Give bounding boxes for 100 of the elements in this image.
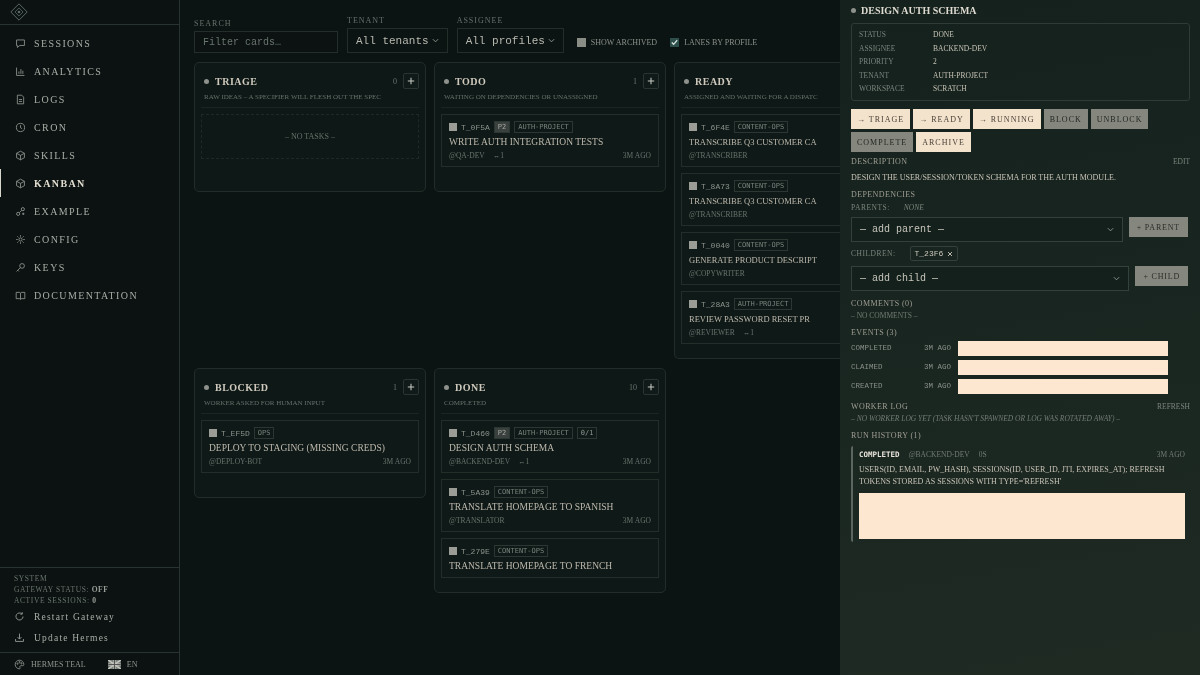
document-icon (15, 93, 26, 105)
nav-item[interactable]: KEYS (0, 253, 179, 281)
search-field[interactable]: Filter cards… (194, 31, 338, 53)
section-heading: DEPENDENCIES (851, 190, 917, 199)
parent-dropdown[interactable]: — add parent — (851, 217, 1123, 242)
filter-label: SEARCH (194, 19, 233, 28)
status-dot (204, 78, 209, 84)
section-heading: EVENTS (3) (851, 328, 898, 337)
nav-item[interactable]: CONFIG (0, 225, 179, 253)
add-child-button[interactable]: + CHILD (1135, 266, 1188, 286)
action-button[interactable]: → READY (913, 109, 970, 129)
sidebar-action[interactable]: Restart Gateway (14, 606, 165, 627)
card-title: REVIEW PASSWORD RESET PR (689, 314, 811, 324)
section-heading: RUN HISTORY (1) (851, 431, 922, 440)
checkbox[interactable] (689, 123, 697, 131)
add-card-button[interactable] (403, 379, 419, 395)
status-dot (684, 78, 689, 84)
checkbox[interactable] (449, 123, 457, 131)
nav-item[interactable]: CRON (0, 113, 179, 141)
drawer-title: DESIGN AUTH SCHEMA (861, 4, 977, 16)
sidebar-action[interactable]: Update Hermes (14, 627, 165, 648)
chat-bubble-icon (15, 37, 26, 49)
add-card-button[interactable] (643, 379, 659, 395)
nav-item[interactable]: SESSIONS (0, 29, 179, 57)
checkbox[interactable] (449, 547, 457, 555)
status-dot (851, 7, 856, 13)
child-dropdown[interactable]: — add child — (851, 266, 1130, 291)
clock-icon (15, 121, 26, 133)
add-card-button[interactable] (643, 73, 659, 89)
section-heading: COMMENTS (0) (851, 299, 914, 308)
checkbox-label: LANES BY PROFILE (684, 37, 758, 47)
task-id: T_0040 (701, 240, 730, 250)
card-title: TRANSCRIBE Q3 CUSTOMER CA (689, 196, 818, 206)
card-title: TRANSLATE HOMEPAGE TO SPANISH (449, 502, 615, 512)
checkbox[interactable] (689, 241, 697, 249)
checkbox[interactable] (449, 429, 457, 437)
theme-switcher[interactable]: HERMES TEAL (14, 658, 86, 670)
lane-count: 1 (393, 382, 397, 392)
checkbox[interactable] (449, 488, 457, 496)
card-title: DEPLOY TO STAGING (MISSING CREDS) (209, 443, 386, 453)
cube-icon (15, 149, 26, 161)
chevron-down-icon (1106, 227, 1114, 232)
cube-icon (15, 177, 26, 189)
action-button[interactable]: ARCHIVE (916, 132, 971, 152)
card-title: GENERATE PRODUCT DESCRIPT (689, 255, 818, 265)
task-id: T_6F4E (701, 122, 730, 132)
task-id: T_EF5D (221, 428, 250, 438)
nav-item[interactable]: KANBAN (0, 169, 179, 197)
close-icon[interactable] (947, 250, 954, 257)
add-parent-button[interactable]: + PARENT (1128, 217, 1188, 237)
lane-title: DONE (455, 381, 486, 393)
checkbox[interactable] (670, 37, 680, 47)
section-heading: WORKER LOG (851, 402, 909, 411)
nav-item[interactable]: DOCUMENTATION (0, 281, 179, 309)
lane-count: 10 (629, 382, 637, 392)
chevron-down-icon (431, 38, 439, 43)
plus-icon (407, 383, 415, 391)
chevron-down-icon (547, 38, 555, 43)
nodes-icon (15, 205, 26, 217)
settings-icon (15, 233, 26, 245)
flag-icon (107, 659, 121, 669)
diamond-logo-icon (10, 3, 28, 21)
nav-item[interactable]: ANALYTICS (0, 57, 179, 85)
chevron-down-icon (1113, 276, 1121, 281)
checkbox[interactable] (689, 300, 697, 308)
task-id: T_279E (461, 546, 490, 556)
language-switcher[interactable]: EN (107, 659, 138, 669)
lane-title: TODO (455, 75, 487, 87)
checkbox[interactable] (209, 429, 217, 437)
action-button[interactable]: → RUNNING (972, 109, 1041, 129)
task-id: T_28A3 (701, 299, 730, 309)
book-icon (15, 289, 26, 301)
plus-icon (647, 77, 655, 85)
lane-title: TRIAGE (215, 75, 258, 87)
checkbox[interactable] (576, 37, 586, 47)
status-dot (204, 384, 209, 390)
checkbox-label: SHOW ARCHIVED (590, 37, 658, 47)
checkbox[interactable] (689, 182, 697, 190)
key-icon (15, 261, 26, 273)
assignee-dropdown[interactable]: All profiles (456, 28, 564, 53)
task-id: T_5A39 (461, 487, 490, 497)
section-heading: DESCRIPTION (851, 157, 908, 166)
tenant-dropdown[interactable]: All tenants (347, 28, 448, 53)
run-summary: USERS(ID, EMAIL, PW_HASH), SESSIONS(ID, USER_ID, JTI, EXPIRES_AT); REFRESH TOKENS STORED AS SESSIONS WITH TYPE='REFRESH' (859, 464, 1166, 488)
lane-count: 1 (633, 76, 637, 86)
nav-item[interactable]: LOGS (0, 85, 179, 113)
nav-item[interactable]: EXAMPLE (0, 197, 179, 225)
task-id: T_0F5A (461, 122, 490, 132)
status-dot (444, 384, 449, 390)
add-card-button[interactable] (403, 73, 419, 89)
filter-label: ASSIGNEE (456, 16, 505, 25)
action-button[interactable]: → TRIAGE (851, 109, 911, 129)
plus-icon (647, 383, 655, 391)
description-text: DESIGN THE USER/SESSION/TOKEN SCHEMA FOR THE AUTH MODULE. (851, 173, 1117, 182)
palette-icon (14, 658, 25, 670)
child-chip[interactable]: T_23F6 (909, 246, 959, 261)
lane-title: READY (695, 75, 734, 87)
filter-label: TENANT (347, 16, 386, 25)
card-title: DESIGN AUTH SCHEMA (449, 443, 556, 453)
nav-item[interactable]: SKILLS (0, 141, 179, 169)
